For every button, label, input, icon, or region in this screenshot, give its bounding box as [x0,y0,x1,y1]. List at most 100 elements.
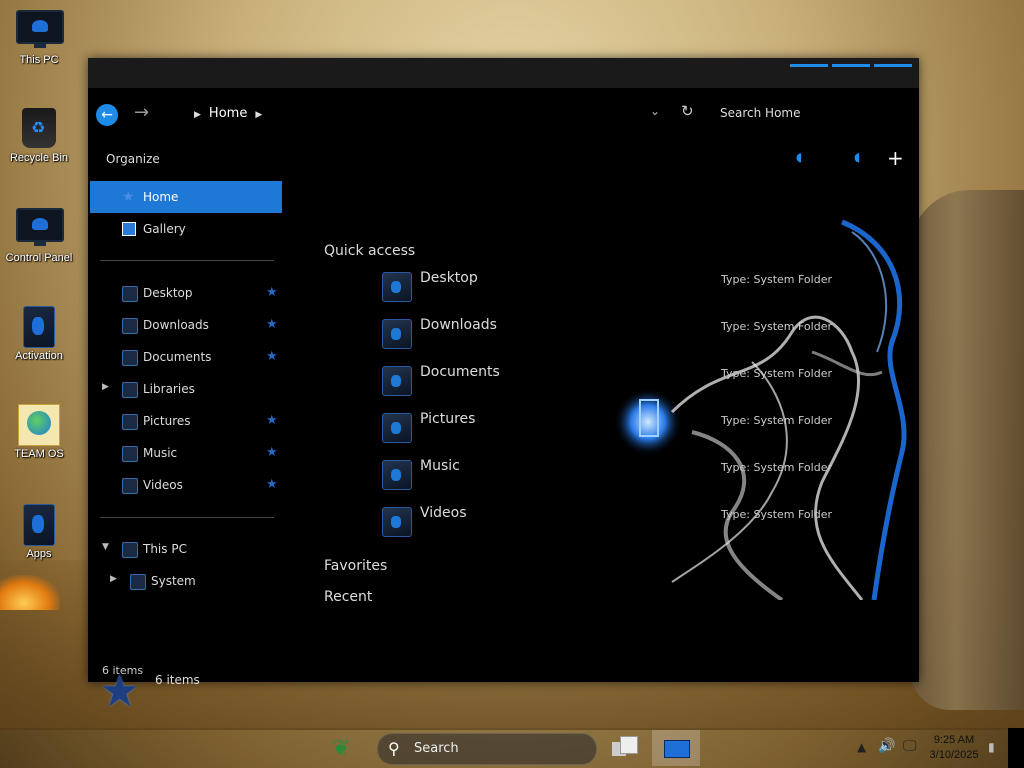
nav-item-label: Desktop [143,286,193,300]
desktop-icon-apps[interactable]: Apps [0,504,78,560]
nav-item-pictures[interactable]: Pictures ★ [90,405,282,437]
show-desktop-button[interactable] [1008,728,1024,768]
status-bar-item-count: 6 items [102,664,144,677]
chevron-down-icon[interactable]: ▼ [102,542,109,552]
divider [100,517,274,518]
details-item-count: 6 items [155,673,200,687]
item-name: Pictures [420,411,476,427]
star-icon: ★ [100,666,140,717]
item-name: Desktop [420,270,478,286]
speaker-icon[interactable]: 🔊 [878,738,895,754]
divider [100,260,274,261]
nav-item-label: Music [143,446,178,460]
folder-icon [122,350,138,366]
folder-icon [16,306,62,348]
notification-icon[interactable]: ▮ [988,740,995,754]
search-input[interactable]: Search Home [720,106,800,120]
chevron-right-icon[interactable]: ▶ [102,382,109,392]
breadcrumb-home[interactable]: Home [209,106,247,121]
item-type: Type: System Folder [721,414,832,427]
group-header-favorites[interactable]: Favorites [324,558,387,574]
list-item[interactable]: Music Type: System Folder [382,454,902,494]
group-header-recent[interactable]: Recent [324,589,372,605]
clock-time: 9:25 AM [933,734,975,746]
task-view-icon[interactable] [612,736,638,760]
nav-item-downloads[interactable]: Downloads ★ [90,309,282,341]
nav-item-label: Pictures [143,414,191,428]
folder-icon [122,286,138,302]
wallpaper-fire [0,575,60,610]
item-name: Videos [420,505,467,521]
add-icon[interactable]: + [887,146,904,170]
chevron-down-icon[interactable]: ⌄ [650,104,660,118]
desktop-icon-activation[interactable]: Activation [0,306,78,362]
desktop-icon-recycle-bin[interactable]: Recycle Bin [0,108,78,164]
search-icon: ⚲ [388,739,400,758]
library-icon [122,382,138,398]
list-item[interactable]: Downloads Type: System Folder [382,313,902,353]
item-name: Music [420,458,460,474]
documents-folder-icon [382,366,412,396]
group-header-quick-access[interactable]: Quick access [324,243,415,259]
nav-item-this-pc[interactable]: ▼ This PC [90,533,282,565]
desktop-icon-label: Apps [26,548,52,560]
item-type: Type: System Folder [721,367,832,380]
app-logo-icon[interactable]: ◖ [796,150,802,164]
videos-folder-icon [382,507,412,537]
nav-item-label: System [151,574,196,588]
nav-item-gallery[interactable]: Gallery [90,213,282,245]
nav-item-label: Gallery [143,222,186,236]
organize-button[interactable]: Organize [106,152,160,166]
nav-item-system[interactable]: ▶ System [90,565,282,597]
pin-star-icon[interactable]: ★ [266,349,278,364]
breadcrumb[interactable]: ▶ Home ▶ [186,106,270,121]
desktop-icon-label: This PC [19,54,59,66]
folder-icon [16,504,62,546]
list-item[interactable]: Desktop Type: System Folder [382,266,902,306]
pin-star-icon[interactable]: ★ [266,477,278,492]
nav-item-home[interactable]: ★ Home [90,181,282,213]
globe-icon [16,404,62,446]
system-clock[interactable]: 9:25 AM 3/10/2025 [924,733,984,763]
list-item[interactable]: Documents Type: System Folder [382,360,902,400]
pictures-folder-icon [382,413,412,443]
close-button[interactable] [874,64,912,67]
back-arrow-icon[interactable]: ← [96,104,118,126]
taskbar-search[interactable]: ⚲ Search [377,733,597,765]
nav-item-music[interactable]: Music ★ [90,437,282,469]
chevron-right-icon[interactable]: ▶ [255,110,262,120]
content-area: Quick access Desktop Type: System Folder… [282,178,919,682]
star-icon: ★ [122,189,135,205]
minimize-button[interactable] [790,64,828,67]
nav-item-desktop[interactable]: Desktop ★ [90,277,282,309]
title-bar[interactable] [88,58,919,88]
desktop-icon-control-panel[interactable]: Control Panel [0,208,78,264]
item-type: Type: System Folder [721,461,832,474]
start-leaf-icon[interactable]: ❦ [332,736,350,761]
image-icon [122,222,136,236]
desktop-icon-label: Recycle Bin [9,152,69,164]
pin-star-icon[interactable]: ★ [266,413,278,428]
network-icon[interactable]: 🖵 [903,738,917,754]
list-item[interactable]: Pictures Type: System Folder [382,407,902,447]
item-type: Type: System Folder [721,320,832,333]
pin-star-icon[interactable]: ★ [266,445,278,460]
taskbar-search-label: Search [414,741,459,756]
pin-star-icon[interactable]: ★ [266,285,278,300]
chevron-right-icon[interactable]: ▶ [110,574,117,584]
list-item[interactable]: Videos Type: System Folder [382,501,902,541]
taskbar-explorer-button[interactable] [652,730,700,766]
nav-item-videos[interactable]: Videos ★ [90,469,282,501]
item-name: Downloads [420,317,497,333]
music-folder-icon [382,460,412,490]
nav-item-libraries[interactable]: ▶ Libraries [90,373,282,405]
pin-star-icon[interactable]: ★ [266,317,278,332]
nav-item-documents[interactable]: Documents ★ [90,341,282,373]
refresh-icon[interactable]: ↻ [681,102,694,120]
maximize-button[interactable] [832,64,870,67]
desktop-icon-this-pc[interactable]: This PC [0,10,78,66]
app-logo-icon[interactable]: ◖ [854,150,860,164]
forward-arrow-icon[interactable]: → [134,102,149,123]
chevron-up-icon[interactable]: ▲ [857,740,866,754]
desktop-icon-team-os[interactable]: TEAM OS [0,404,78,460]
